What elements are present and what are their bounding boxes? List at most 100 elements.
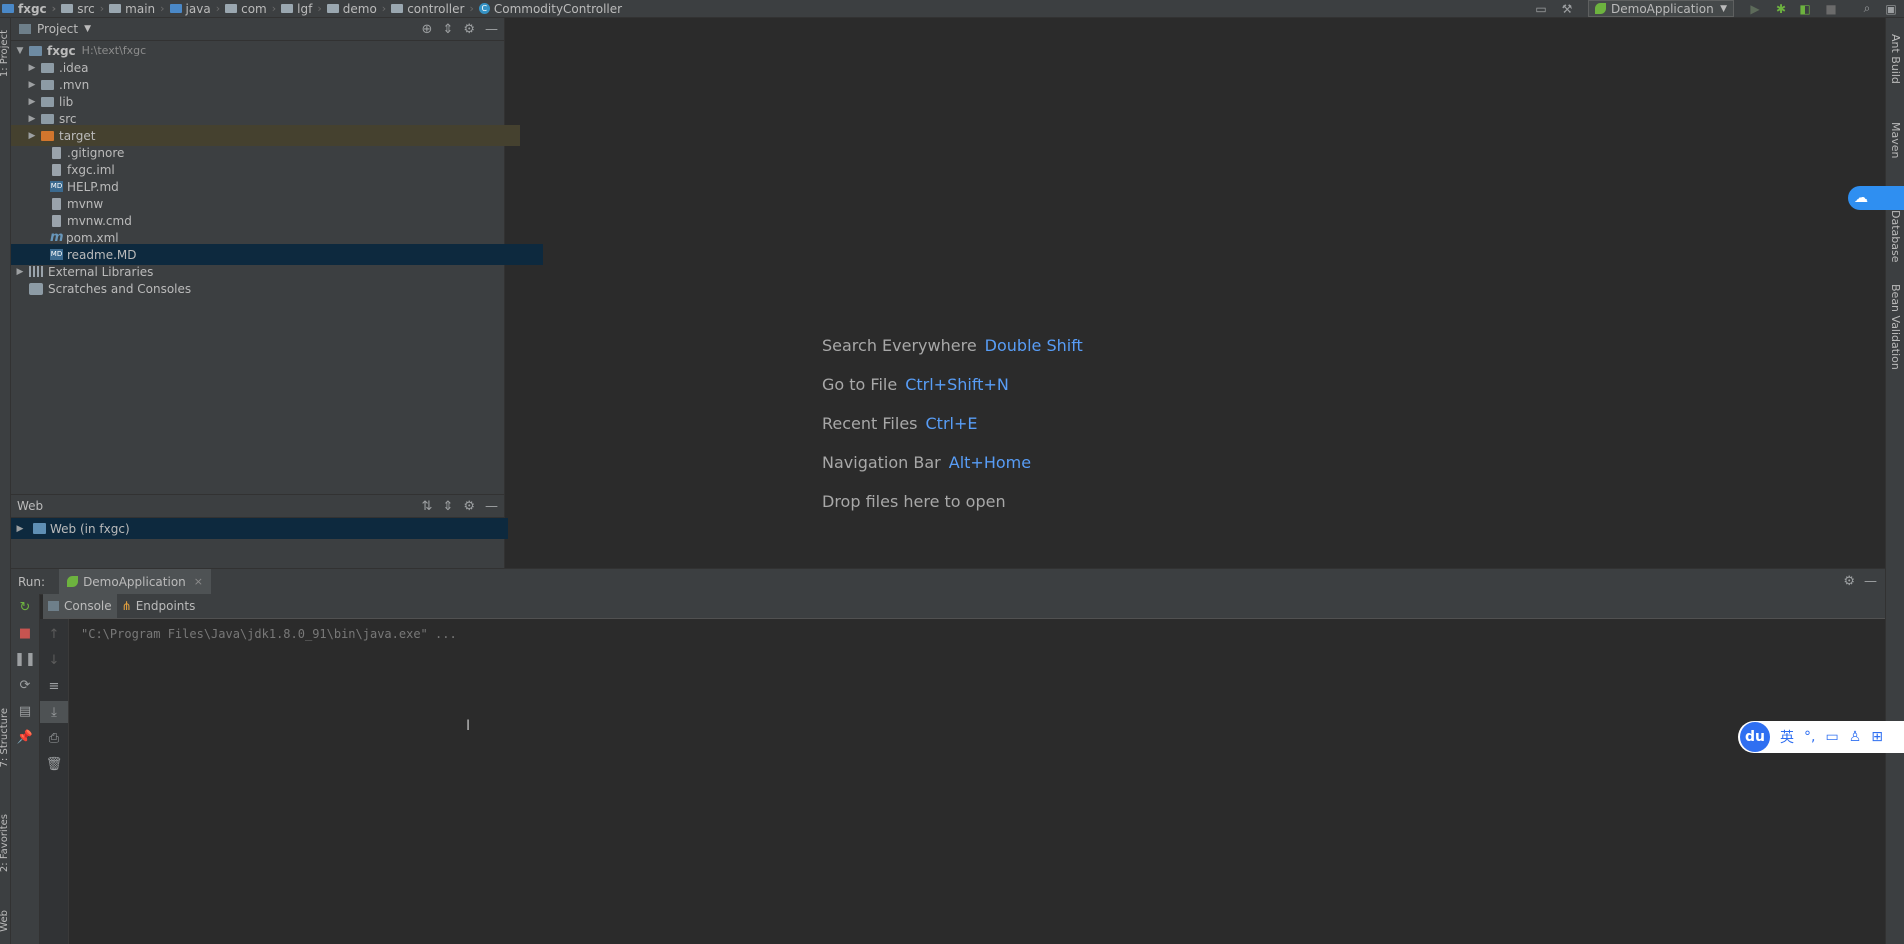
build-hammer-icon[interactable]: ⚒ <box>1558 0 1576 17</box>
database-tool-tab[interactable]: Database <box>1889 210 1902 263</box>
scroll-to-end-icon[interactable]: ⤓ <box>40 701 68 723</box>
collapsed-arrow-icon[interactable]: ▶ <box>15 524 25 534</box>
expand-arrow-icon[interactable]: ▼ <box>15 46 25 56</box>
pause-icon[interactable]: ❚❚ <box>11 648 39 670</box>
breadcrumb-project[interactable]: fxgc › <box>2 2 61 16</box>
hide-icon[interactable]: — <box>1864 574 1877 589</box>
ime-logo[interactable]: du <box>1740 722 1770 752</box>
favorites-tool-tab[interactable]: 2: Favorites <box>0 814 10 872</box>
trash-icon[interactable]: 🗑 <box>40 753 68 775</box>
collapsed-arrow-icon[interactable]: ▶ <box>15 267 25 277</box>
run-tab-label: DemoApplication <box>83 574 186 589</box>
project-folder-icon <box>2 4 14 13</box>
update-icon[interactable]: ▣ <box>1882 0 1900 17</box>
spring-boot-icon <box>1595 3 1606 14</box>
breadcrumb-src[interactable]: src › <box>61 2 109 16</box>
tree-item-label: Web (in fxgc) <box>50 521 130 536</box>
gear-icon[interactable]: ⚙ <box>463 22 475 37</box>
print-icon[interactable]: ⎙ <box>40 727 68 749</box>
search-icon[interactable]: ⌕ <box>1858 0 1876 17</box>
folder-icon <box>41 62 54 73</box>
tab-label: Console <box>64 599 112 613</box>
restart-icon[interactable]: ⟳ <box>11 674 39 696</box>
breadcrumb: fxgc › src › main › java › com › lgf › demo › c… <box>0 0 622 17</box>
tree-item-scratches[interactable]: Scratches and Consoles <box>11 278 522 299</box>
collapse-all-icon[interactable]: ⇕ <box>442 499 453 514</box>
text-file-icon <box>52 146 61 159</box>
rerun-icon[interactable]: ↻ <box>11 596 39 618</box>
text-file-icon <box>52 197 61 210</box>
collapsed-arrow-icon[interactable]: ▶ <box>27 80 37 90</box>
collapsed-arrow-icon[interactable]: ▶ <box>27 131 37 141</box>
expand-all-icon[interactable]: ⇅ <box>422 499 433 514</box>
debug-icon[interactable]: ✱ <box>1772 0 1790 17</box>
collapse-all-icon[interactable]: ⇕ <box>442 22 453 37</box>
user-icon[interactable]: ♙ <box>1849 729 1862 745</box>
stop-icon[interactable]: ■ <box>11 622 39 644</box>
locate-file-icon[interactable]: ⊕ <box>422 22 433 37</box>
project-structure-icon[interactable]: ▭ <box>1532 0 1550 17</box>
ime-toolbar[interactable]: du 英 °, ▭ ♙ ⊞ <box>1738 721 1904 753</box>
breadcrumb-label: CommodityController <box>493 1 623 16</box>
maven-file-icon: m <box>50 230 64 245</box>
structure-tool-tab[interactable]: 7: Structure <box>0 708 10 767</box>
hide-icon[interactable]: — <box>485 499 498 514</box>
breadcrumb-java[interactable]: java › <box>169 2 226 16</box>
tree-item-web-fxgc[interactable]: ▶ Web (in fxgc) <box>11 518 508 539</box>
collapsed-arrow-icon[interactable]: ▶ <box>27 63 37 73</box>
ime-language-toggle[interactable]: 英 <box>1780 727 1794 747</box>
console-output[interactable]: "C:\Program Files\Java\jdk1.8.0_91\bin\j… <box>69 619 1885 944</box>
soft-wrap-icon[interactable]: ≡ <box>40 675 68 697</box>
package-icon <box>326 4 339 13</box>
layout-icon[interactable]: ▤ <box>11 700 39 722</box>
hint-shortcut: Alt+Home <box>948 453 1032 472</box>
breadcrumb-controller[interactable]: controller › <box>391 2 479 16</box>
close-icon[interactable]: × <box>194 575 203 588</box>
text-cursor-icon: I <box>466 718 471 734</box>
tab-endpoints[interactable]: ⋔ Endpoints <box>117 594 201 618</box>
down-arrow-icon[interactable]: ↓ <box>40 649 68 671</box>
breadcrumb-demo[interactable]: demo › <box>326 2 391 16</box>
project-tool-tab[interactable]: 1: Project <box>0 30 10 77</box>
breadcrumb-lgf[interactable]: lgf › <box>281 2 327 16</box>
ant-build-tool-tab[interactable]: Ant Build <box>1889 34 1902 84</box>
tab-console[interactable]: Console <box>43 594 117 618</box>
breadcrumb-separator-icon: › <box>51 2 57 15</box>
cloud-sync-icon[interactable]: ☁ <box>1848 186 1904 210</box>
collapsed-arrow-icon[interactable]: ▶ <box>27 97 37 107</box>
breadcrumb-com[interactable]: com › <box>225 2 281 16</box>
package-icon <box>391 4 404 13</box>
project-view-selector[interactable]: Project <box>37 22 78 36</box>
tree-item-label: mvnw <box>67 196 104 211</box>
run-tab-demoapplication[interactable]: DemoApplication × <box>59 569 211 594</box>
gear-icon[interactable]: ⚙ <box>1843 574 1855 589</box>
chevron-down-icon[interactable]: ▼ <box>84 24 91 34</box>
hint-shortcut: Ctrl+Shift+N <box>905 375 1009 394</box>
library-icon <box>29 266 43 277</box>
hide-icon[interactable]: — <box>485 22 498 37</box>
breadcrumb-main[interactable]: main › <box>109 2 169 16</box>
bean-validation-tool-tab[interactable]: Bean Validation <box>1889 284 1902 370</box>
hint-shortcut: Ctrl+E <box>925 414 978 433</box>
run-with-coverage-icon[interactable]: ◧ <box>1796 0 1814 17</box>
endpoints-icon: ⋔ <box>121 599 132 613</box>
grid-menu-icon[interactable]: ⊞ <box>1871 729 1883 745</box>
run-configuration-selector[interactable]: DemoApplication ▼ <box>1588 0 1734 17</box>
run-icon[interactable]: ▶ <box>1746 0 1764 17</box>
web-panel-title: Web <box>17 499 44 513</box>
maven-tool-tab[interactable]: Maven <box>1889 122 1902 158</box>
console-icon <box>48 601 59 611</box>
web-tool-window: Web ⇅ ⇕ ⚙ — ▶ Web (in fxgc) <box>11 494 508 569</box>
stop-icon[interactable]: ■ <box>1822 0 1840 17</box>
up-arrow-icon[interactable]: ↑ <box>40 623 68 645</box>
breadcrumb-class[interactable]: C CommodityController <box>478 1 623 16</box>
web-tool-tab[interactable]: Web <box>0 910 10 932</box>
pin-icon[interactable]: 📌 <box>11 726 39 748</box>
web-module-icon <box>33 523 46 534</box>
collapsed-arrow-icon[interactable]: ▶ <box>27 114 37 124</box>
tree-item-label: src <box>59 111 77 126</box>
skin-icon[interactable]: ▭ <box>1825 729 1838 745</box>
punctuation-icon[interactable]: °, <box>1804 729 1815 745</box>
gear-icon[interactable]: ⚙ <box>463 499 475 514</box>
folder-icon <box>109 4 122 13</box>
